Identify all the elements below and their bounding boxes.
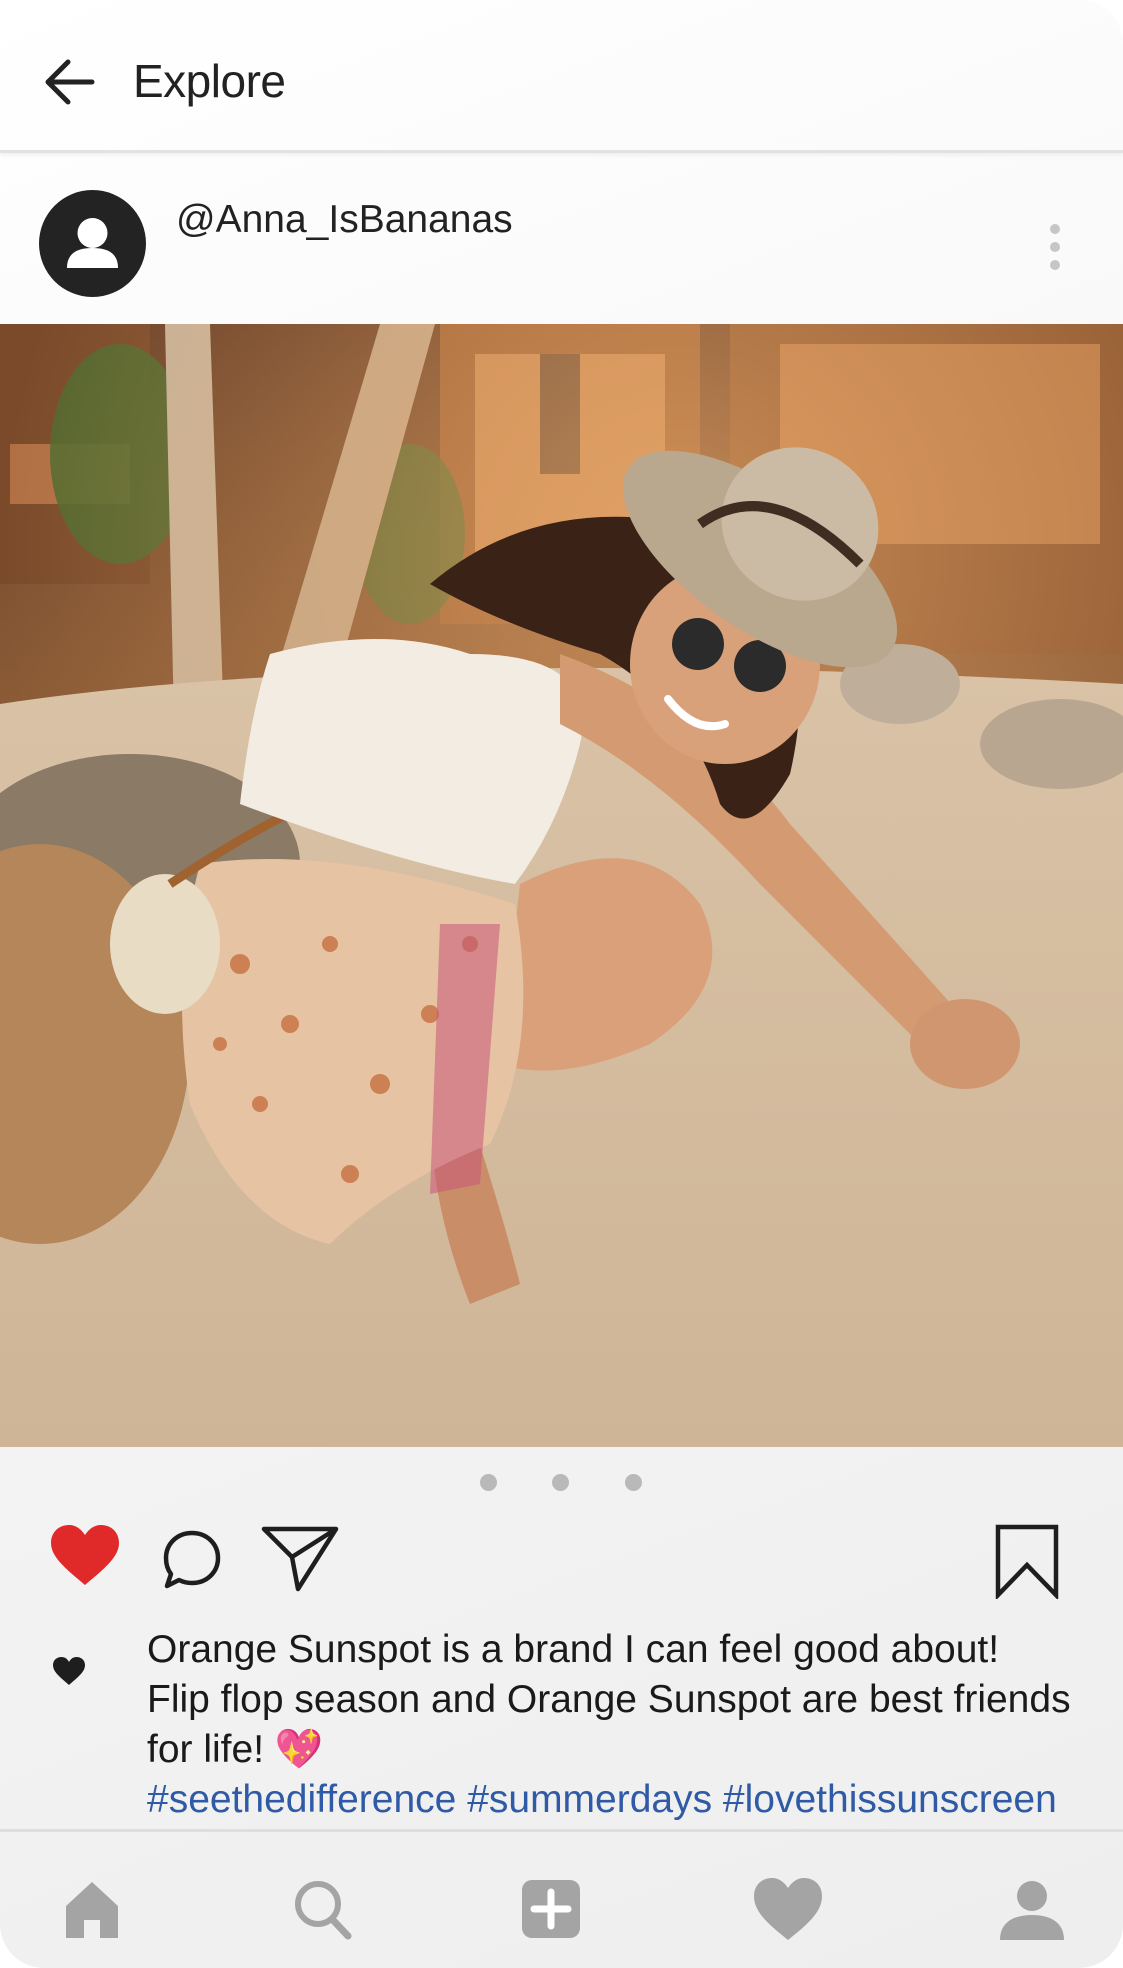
post-username[interactable]: @Anna_IsBananas xyxy=(176,198,513,242)
like-heart-icon[interactable] xyxy=(48,1523,122,1589)
user-silhouette-icon xyxy=(67,218,118,268)
bottom-nav xyxy=(0,1829,1123,1968)
carousel-dot[interactable] xyxy=(625,1474,642,1491)
top-bar: Explore xyxy=(0,0,1123,153)
post-photo[interactable] xyxy=(0,324,1123,1447)
caption-line: Orange Sunspot is a brand I can feel goo… xyxy=(147,1628,1000,1671)
add-post-icon[interactable] xyxy=(512,1870,592,1950)
caption-line: Flip flop season and Orange Sunspot are … xyxy=(147,1678,1071,1721)
back-arrow-icon[interactable] xyxy=(40,52,100,112)
hashtags[interactable]: #seethedifference #summerdays #lovethiss… xyxy=(147,1775,1097,1825)
comment-icon[interactable] xyxy=(160,1528,224,1592)
beach-photo xyxy=(0,324,1123,1447)
sparkling-heart-emoji: 💖 xyxy=(274,1728,324,1771)
more-options-icon[interactable] xyxy=(1040,220,1070,280)
profile-icon[interactable] xyxy=(992,1870,1072,1950)
caption-line-text: for life! xyxy=(147,1728,265,1771)
post-header: @Anna_IsBananas xyxy=(0,156,1123,324)
carousel-dot[interactable] xyxy=(552,1474,569,1491)
post-caption: Orange Sunspot is a brand I can feel goo… xyxy=(147,1625,1097,1825)
bookmark-icon[interactable] xyxy=(994,1523,1060,1601)
home-icon[interactable] xyxy=(52,1870,132,1950)
avatar[interactable] xyxy=(39,190,146,297)
page-title: Explore xyxy=(133,55,286,107)
search-icon[interactable] xyxy=(282,1870,362,1950)
caption-line: for life! 💖 xyxy=(147,1725,1097,1775)
share-send-icon[interactable] xyxy=(260,1525,340,1593)
phone-screen: Explore @Anna_IsBananas Orange Sunspot i… xyxy=(0,0,1123,1968)
carousel-indicator xyxy=(0,1474,1123,1494)
activity-heart-icon[interactable] xyxy=(748,1870,828,1950)
carousel-dot[interactable] xyxy=(480,1474,497,1491)
small-heart-icon xyxy=(52,1656,86,1686)
